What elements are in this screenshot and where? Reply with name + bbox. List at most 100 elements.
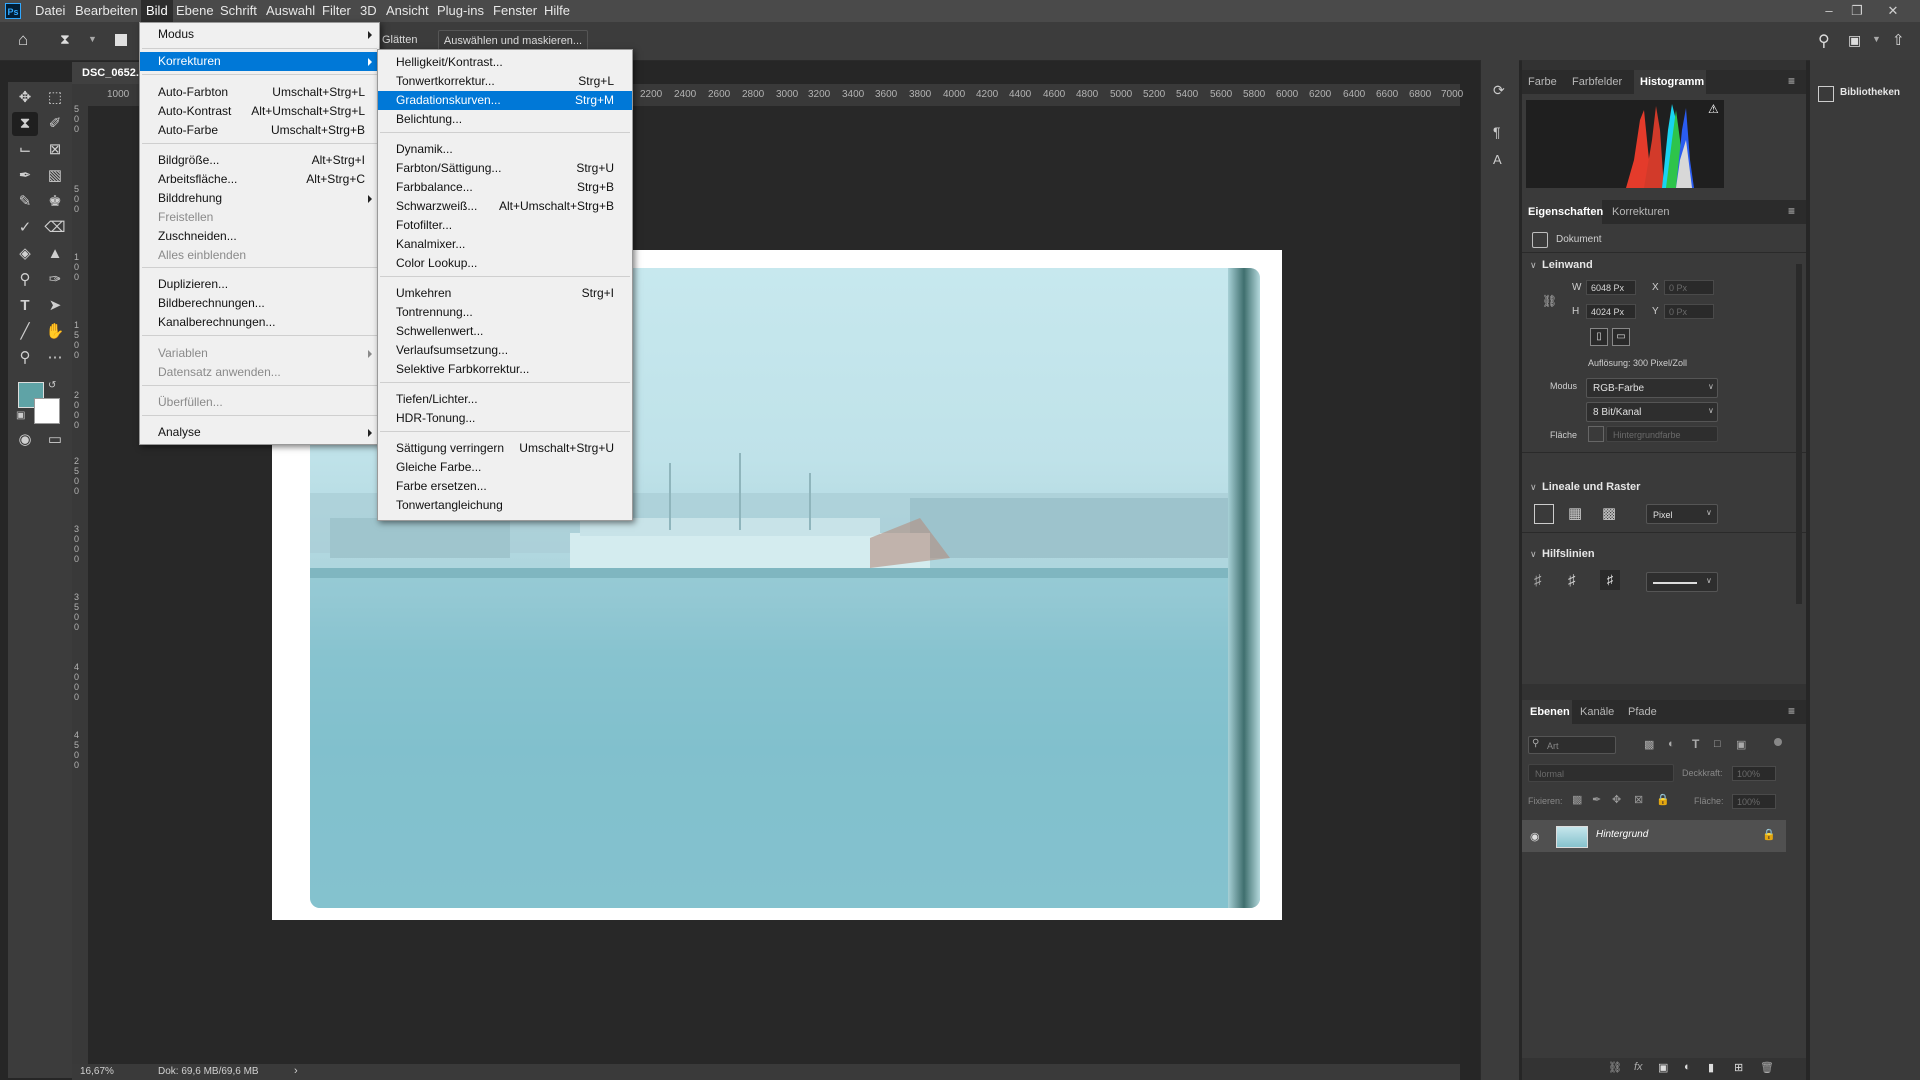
new-selection-icon[interactable] (115, 34, 127, 46)
menu-item-korrekturen[interactable]: Korrekturen (140, 52, 379, 71)
portrait-orientation-icon[interactable]: ▯ (1590, 328, 1608, 346)
zoom-level[interactable]: 16,67% (80, 1066, 114, 1077)
menu-item-selektive-farbkorrektur[interactable]: Selektive Farbkorrektur... (378, 360, 632, 379)
tab-kanaele[interactable]: Kanäle (1580, 700, 1620, 724)
character-panel-icon[interactable]: A (1493, 152, 1502, 167)
quick-select-tool-icon[interactable]: ✐ (42, 112, 68, 136)
bit-depth-dropdown[interactable]: 8 Bit/Kanal (1586, 402, 1718, 422)
menu-item-fotofilter[interactable]: Fotofilter... (378, 216, 632, 235)
panel-menu-icon[interactable]: ≡ (1788, 74, 1795, 88)
menu-item-kanalmixer[interactable]: Kanalmixer... (378, 235, 632, 254)
menu-item-kanalberechnungen[interactable]: Kanalberechnungen... (140, 313, 379, 332)
width-field[interactable]: 6048 Px (1586, 280, 1636, 295)
restore-icon[interactable]: ❐ (1842, 0, 1872, 22)
menu-schrift[interactable]: Schrift (220, 0, 257, 22)
add-mask-icon[interactable]: ▣ (1658, 1061, 1668, 1074)
tab-eigenschaften[interactable]: Eigenschaften (1522, 200, 1603, 224)
scrollbar[interactable] (1796, 264, 1802, 604)
tab-farbfelder[interactable]: Farbfelder (1572, 70, 1628, 94)
menu-item-arbeitsflaeche[interactable]: Arbeitsfläche... Alt+Strg+C (140, 170, 379, 189)
menu-item-farbton-saettigung[interactable]: Farbton/Sättigung... Strg+U (378, 159, 632, 178)
tab-korrekturen[interactable]: Korrekturen (1612, 200, 1684, 224)
filter-toggle-icon[interactable] (1774, 738, 1782, 746)
layer-row[interactable]: ◉ Hintergrund 🔒 (1522, 820, 1786, 852)
menu-item-dynamik[interactable]: Dynamik... (378, 140, 632, 159)
smart-guides-icon[interactable]: ♯ (1600, 570, 1620, 590)
landscape-orientation-icon[interactable]: ▭ (1612, 328, 1630, 346)
menu-item-verlaufsumsetzung[interactable]: Verlaufsumsetzung... (378, 341, 632, 360)
visibility-eye-icon[interactable]: ◉ (1530, 830, 1540, 843)
menu-item-auto-farbe[interactable]: Auto-Farbe Umschalt+Strg+B (140, 121, 379, 140)
eyedropper-tool-icon[interactable]: ✒ (12, 164, 38, 188)
quick-mask-icon[interactable]: ◉ (12, 428, 38, 452)
type-tool-icon[interactable]: T (12, 294, 38, 318)
lasso-tool-icon[interactable]: ⧗ (12, 112, 38, 136)
path-select-tool-icon[interactable]: ➤ (42, 294, 68, 318)
crop-tool-icon[interactable]: ⌙ (12, 138, 38, 162)
shape-filter-icon[interactable]: □ (1714, 738, 1721, 750)
guides-layout-icon[interactable]: ♯ (1568, 572, 1576, 589)
patch-tool-icon[interactable]: ▧ (42, 164, 68, 188)
lasso-tool-icon[interactable]: ⧗ (60, 31, 70, 48)
ruler-toggle-icon[interactable] (1534, 504, 1554, 524)
menu-item-gleiche-farbe[interactable]: Gleiche Farbe... (378, 458, 632, 477)
hand-tool-icon[interactable]: ✋ (42, 320, 68, 344)
frame-tool-icon[interactable]: ⊠ (42, 138, 68, 162)
pixel-grid-icon[interactable]: ▩ (1602, 504, 1616, 522)
menu-hilfe[interactable]: Hilfe (544, 0, 570, 22)
sharpen-tool-icon[interactable]: ▲ (42, 242, 68, 266)
share-icon[interactable]: ⇧ (1892, 31, 1905, 49)
menu-item-saettigung-verringern[interactable]: Sättigung verringern Umschalt+Strg+U (378, 439, 632, 458)
lock-all-icon[interactable]: 🔒 (1656, 793, 1670, 806)
menu-item-schwarzweiss[interactable]: Schwarzweiß... Alt+Umschalt+Strg+B (378, 197, 632, 216)
menu-item-schwellenwert[interactable]: Schwellenwert... (378, 322, 632, 341)
chevron-down-icon[interactable]: ∨ (1530, 482, 1537, 493)
close-icon[interactable]: ✕ (1878, 0, 1908, 22)
menu-item-belichtung[interactable]: Belichtung... (378, 110, 632, 129)
libraries-icon[interactable] (1818, 86, 1834, 102)
menu-fenster[interactable]: Fenster (493, 0, 537, 22)
fill-dropdown[interactable]: Hintergrundfarbe (1606, 426, 1718, 442)
layer-name[interactable]: Hintergrund (1596, 829, 1648, 840)
menu-plugins[interactable]: Plug-ins (437, 0, 484, 22)
workspace-chevron-icon[interactable]: ▼ (1872, 34, 1881, 44)
menu-item-hdr-tonung[interactable]: HDR-Tonung... (378, 409, 632, 428)
tab-farbe[interactable]: Farbe (1528, 70, 1568, 94)
background-color-swatch[interactable] (34, 398, 60, 424)
libraries-label[interactable]: Bibliotheken (1840, 87, 1900, 98)
menu-bearbeiten[interactable]: Bearbeiten (75, 0, 138, 22)
menu-item-auto-farbton[interactable]: Auto-Farbton Umschalt+Strg+L (140, 83, 379, 102)
y-field[interactable]: 0 Px (1664, 304, 1714, 319)
menu-item-farbe-ersetzen[interactable]: Farbe ersetzen... (378, 477, 632, 496)
menu-item-gradationskurven[interactable]: Gradationskurven... Strg+M (378, 91, 632, 110)
layer-filter-dropdown[interactable]: Art (1528, 736, 1616, 754)
line-tool-icon[interactable]: ╱ (12, 320, 38, 344)
workspace-icon[interactable]: ▣ (1848, 32, 1861, 49)
menu-item-zuschneiden[interactable]: Zuschneiden... (140, 227, 379, 246)
tab-ebenen[interactable]: Ebenen (1522, 700, 1572, 724)
home-icon[interactable]: ⌂ (18, 30, 28, 50)
link-icon[interactable]: ⛓ (1542, 294, 1557, 308)
menu-filter[interactable]: Filter (322, 0, 351, 22)
menu-item-color-lookup[interactable]: Color Lookup... (378, 254, 632, 273)
panel-menu-icon[interactable]: ≡ (1788, 204, 1795, 218)
menu-item-umkehren[interactable]: Umkehren Strg+I (378, 284, 632, 303)
link-layers-icon[interactable]: ⛓ (1608, 1061, 1622, 1074)
menu-item-auto-kontrast[interactable]: Auto-Kontrast Alt+Umschalt+Strg+L (140, 102, 379, 121)
chevron-down-icon[interactable]: ∨ (1530, 260, 1537, 271)
move-tool-icon[interactable]: ✥ (12, 86, 38, 110)
menu-ansicht[interactable]: Ansicht (386, 0, 429, 22)
panel-menu-icon[interactable]: ≡ (1788, 704, 1795, 718)
more-tools-icon[interactable]: ⋯ (42, 346, 68, 370)
fill-field[interactable]: 100% (1732, 794, 1776, 809)
tab-histogramm[interactable]: Histogramm (1634, 70, 1706, 94)
menu-item-bilddrehung[interactable]: Bilddrehung (140, 189, 379, 208)
menu-ebene[interactable]: Ebene (176, 0, 214, 22)
text-filter-icon[interactable]: T (1692, 737, 1699, 751)
menu-bild[interactable]: Bild (141, 0, 173, 22)
menu-item-tontrennung[interactable]: Tontrennung... (378, 303, 632, 322)
grid-icon[interactable]: ▦ (1568, 504, 1582, 522)
fx-icon[interactable]: fx (1634, 1061, 1643, 1073)
guides-icon[interactable]: ♯ (1534, 572, 1542, 589)
lock-position-icon[interactable]: ✥ (1612, 793, 1621, 806)
